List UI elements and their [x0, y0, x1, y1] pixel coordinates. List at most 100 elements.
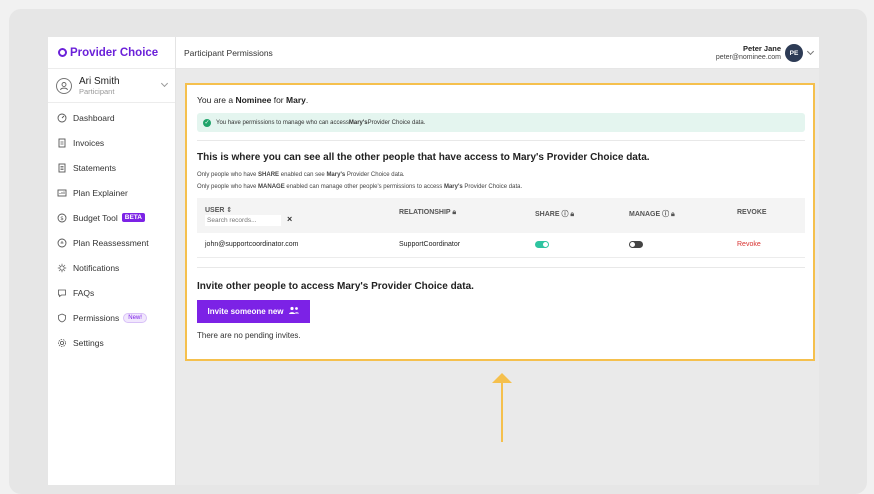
new-badge: New! — [123, 312, 147, 323]
share-note: Only people who have SHARE enabled can s… — [197, 172, 405, 178]
note-text: Only people who have — [197, 184, 259, 190]
note-bold: MANAGE — [258, 184, 285, 190]
search-input[interactable] — [205, 215, 281, 226]
header-label: USER — [205, 207, 225, 214]
nominee-role: Nominee — [235, 95, 272, 105]
sidebar-item-settings[interactable]: Settings — [48, 330, 175, 355]
permission-alert: ✓ You have permissions to manage who can… — [197, 113, 805, 132]
pending-invites-status: There are no pending invites. — [197, 331, 301, 340]
sidebar-item-dashboard[interactable]: Dashboard — [48, 105, 175, 130]
lock-icon: 🔒︎ — [570, 211, 575, 218]
lock-icon: 🔒︎ — [671, 211, 675, 218]
column-header-share[interactable]: SHARE ⓘ 🔒︎ — [535, 209, 574, 219]
alert-suffix: Provider Choice data. — [367, 119, 426, 126]
reassessment-icon — [57, 238, 67, 248]
nominee-prefix: You are a — [197, 95, 236, 105]
avatar: PE — [785, 44, 803, 62]
sidebar-item-label: Dashboard — [73, 112, 115, 123]
note-text: Provider Choice data. — [345, 172, 405, 178]
user-name: Peter Jane — [743, 44, 781, 53]
manage-toggle[interactable] — [629, 241, 643, 248]
alert-name: Mary's — [348, 119, 368, 126]
check-icon: ✓ — [203, 118, 211, 127]
note-text: Provider Choice data. — [462, 184, 523, 190]
table-row: john@supportcoordinator.com SupportCoord… — [197, 233, 805, 258]
page-title: Participant Permissions — [184, 47, 273, 58]
sidebar-item-budget-tool[interactable]: $ Budget Tool BETA — [48, 205, 175, 230]
add-users-icon — [288, 306, 300, 318]
sidebar-item-faqs[interactable]: FAQs — [48, 280, 175, 305]
plan-icon — [57, 188, 67, 198]
divider — [197, 267, 805, 268]
nominee-statement: You are a Nominee for Mary. — [197, 95, 308, 105]
note-text: Only people who have — [197, 172, 259, 178]
sidebar-item-invoices[interactable]: Invoices — [48, 130, 175, 155]
column-header-relationship[interactable]: RELATIONSHIP 🔒︎ — [399, 209, 456, 217]
nominee-mid: for — [271, 95, 287, 105]
sort-icon: ⇕ — [226, 207, 233, 214]
info-icon: ⓘ — [561, 211, 569, 218]
sidebar-item-plan-reassessment[interactable]: Plan Reassessment — [48, 230, 175, 255]
nominee-end: . — [305, 95, 309, 105]
profile-switcher[interactable]: Ari Smith Participant — [48, 69, 175, 103]
permissions-table: USER ⇕ × RELATIONSHIP 🔒︎ SHARE ⓘ 🔒︎ MANA… — [197, 198, 805, 258]
chevron-down-icon — [160, 79, 169, 88]
sidebar-item-permissions[interactable]: Permissions New! — [48, 305, 175, 330]
table-header: USER ⇕ × RELATIONSHIP 🔒︎ SHARE ⓘ 🔒︎ MANA… — [197, 198, 805, 233]
header-label: RELATIONSHIP — [399, 209, 451, 216]
invite-button-label: Invite someone new — [207, 307, 284, 316]
bell-icon — [57, 263, 67, 273]
top-bar: Participant Permissions Peter Jane peter… — [176, 37, 819, 69]
divider — [197, 140, 805, 141]
column-header-user[interactable]: USER ⇕ — [205, 206, 232, 214]
note-text: enabled can manage other people's permis… — [284, 184, 444, 190]
user-menu[interactable]: Peter Jane peter@nominee.com PE — [715, 44, 815, 62]
note-bold: Mary's — [443, 184, 463, 190]
row-relationship: SupportCoordinator — [399, 241, 461, 248]
note-bold: SHARE — [258, 172, 280, 178]
profile-role: Participant — [79, 86, 115, 96]
invite-someone-new-button[interactable]: Invite someone new — [197, 300, 310, 323]
note-bold: Mary's — [326, 172, 346, 178]
brand-logo[interactable]: Provider Choice — [48, 37, 175, 69]
row-user-email: john@supportcoordinator.com — [205, 241, 299, 248]
sidebar-item-label: Invoices — [73, 137, 105, 148]
sidebar-item-label: Plan Reassessment — [73, 237, 149, 248]
sidebar-item-statements[interactable]: Statements — [48, 155, 175, 180]
column-header-revoke: REVOKE — [737, 209, 767, 216]
invite-heading: Invite other people to access Mary's Pro… — [197, 281, 474, 292]
profile-name: Ari Smith — [79, 75, 120, 87]
revoke-link[interactable]: Revoke — [737, 241, 761, 248]
nominee-name: Mary — [286, 95, 306, 105]
shield-icon — [57, 313, 67, 323]
sidebar-item-plan-explainer[interactable]: Plan Explainer — [48, 180, 175, 205]
beta-badge: BETA — [121, 213, 145, 222]
access-heading: This is where you can see all the other … — [197, 152, 650, 163]
user-avatar-icon — [56, 77, 72, 94]
logo-mark-icon — [58, 48, 67, 57]
dashboard-icon — [57, 113, 67, 123]
column-header-manage[interactable]: MANAGE ⓘ 🔒︎ — [629, 209, 675, 219]
sidebar-item-label: Plan Explainer — [73, 187, 128, 198]
header-label: MANAGE — [629, 211, 661, 218]
sidebar-nav: Dashboard Invoices Statements Plan Expla… — [48, 103, 175, 355]
sidebar-item-label: Notifications — [73, 262, 120, 273]
sidebar-item-label: Permissions — [73, 312, 120, 323]
gear-icon — [57, 338, 67, 348]
user-email: peter@nominee.com — [715, 54, 781, 61]
brand-name: Provider Choice — [70, 46, 159, 59]
note-text: enabled can see — [279, 172, 327, 178]
manage-note: Only people who have MANAGE enabled can … — [197, 184, 522, 190]
invoice-icon — [57, 138, 67, 148]
info-icon: ⓘ — [662, 211, 670, 218]
statement-icon — [57, 163, 67, 173]
share-toggle[interactable] — [535, 241, 549, 248]
sidebar: Provider Choice Ari Smith Participant Da… — [48, 37, 176, 485]
sidebar-item-notifications[interactable]: Notifications — [48, 255, 175, 280]
sidebar-item-label: Statements — [73, 162, 116, 173]
header-label: SHARE — [535, 211, 560, 218]
close-icon[interactable]: × — [287, 214, 292, 224]
dollar-icon: $ — [57, 213, 67, 223]
permissions-panel: You are a Nominee for Mary. ✓ You have p… — [185, 83, 815, 361]
faq-icon — [57, 288, 67, 298]
